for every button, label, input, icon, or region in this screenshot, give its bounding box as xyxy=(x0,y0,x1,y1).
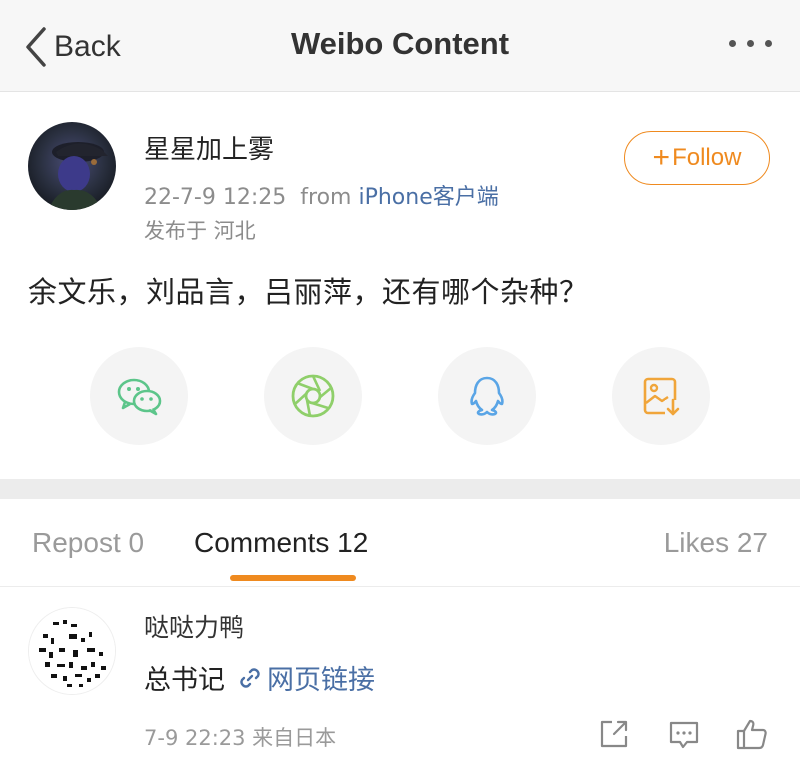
post-meta: 22-7-9 12:25 from iPhone客户端 xyxy=(144,179,499,211)
post-location: 发布于 河北 xyxy=(144,219,256,243)
share-moments-button[interactable] xyxy=(264,347,362,445)
share-wechat-button[interactable] xyxy=(90,347,188,445)
author-avatar[interactable] xyxy=(28,122,116,210)
comment-body: 总书记 xyxy=(144,665,225,696)
tab-repost[interactable]: Repost 0 xyxy=(32,527,144,559)
like-icon xyxy=(736,719,767,750)
commenter-avatar[interactable] xyxy=(28,607,116,695)
share-qq-button[interactable] xyxy=(438,347,536,445)
comment-share-button[interactable] xyxy=(596,716,632,752)
tab-comments[interactable]: Comments 12 xyxy=(194,527,368,559)
interaction-tabs: Repost 0 Comments 12 Likes 27 xyxy=(0,499,800,587)
more-menu-icon[interactable] xyxy=(729,40,772,47)
save-image-icon xyxy=(643,377,681,416)
author-name[interactable]: 星星加上雾 xyxy=(144,129,274,166)
follow-label: Follow xyxy=(672,144,742,171)
share-icon xyxy=(600,720,628,748)
active-tab-indicator xyxy=(230,575,356,581)
share-save-image-button[interactable] xyxy=(612,347,710,445)
comment-text: 总书记 网页链接 xyxy=(144,658,375,697)
plus-icon: + xyxy=(652,141,671,174)
post-card: 星星加上雾 22-7-9 12:25 from iPhone客户端 发布于 河北… xyxy=(0,93,800,479)
tab-likes[interactable]: Likes 27 xyxy=(664,527,768,559)
web-link-label: 网页链接 xyxy=(267,665,375,696)
nav-bar: Back Weibo Content xyxy=(0,0,800,92)
post-time: 22-7-9 12:25 xyxy=(144,185,287,210)
link-icon xyxy=(240,667,260,688)
follow-button[interactable]: + Follow xyxy=(624,131,770,185)
post-source[interactable]: iPhone客户端 xyxy=(358,185,498,210)
post-content: 余文乐，刘品言，吕丽萍，还有哪个杂种？ xyxy=(28,275,589,309)
page-title: Weibo Content xyxy=(290,26,510,61)
commenter-name[interactable]: 哒哒力鸭 xyxy=(144,608,244,644)
moments-icon xyxy=(291,374,335,418)
comment-time: 7-9 22:23 来自日本 xyxy=(144,726,337,750)
section-divider xyxy=(0,479,800,499)
wechat-icon xyxy=(117,378,162,416)
comment-reply-button[interactable] xyxy=(666,716,702,752)
post-from: from xyxy=(300,185,352,210)
qq-icon xyxy=(470,376,504,416)
reply-icon xyxy=(669,721,699,749)
web-link[interactable]: 网页链接 xyxy=(237,658,375,697)
comment-like-button[interactable] xyxy=(734,716,770,752)
comment-item: 哒哒力鸭 总书记 网页链接 7-9 22:23 来自日本 xyxy=(0,588,800,767)
